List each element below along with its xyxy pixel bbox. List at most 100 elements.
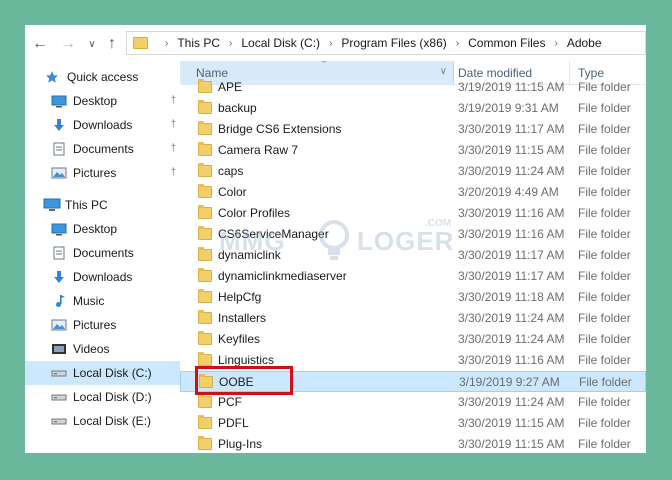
- file-date: 3/30/2019 11:17 AM: [458, 248, 565, 262]
- sidebar-item-label: Documents: [73, 142, 134, 156]
- sidebar-item-downloads[interactable]: Downloads †: [25, 113, 180, 137]
- file-row[interactable]: PCF 3/30/2019 11:24 AM File folder: [180, 392, 646, 413]
- sidebar-item-documents[interactable]: Documents: [25, 241, 180, 265]
- sidebar-item-desktop[interactable]: Desktop †: [25, 89, 180, 113]
- folder-icon: [198, 226, 212, 240]
- sidebar-item-label: Documents: [73, 246, 134, 260]
- breadcrumb-separator-icon[interactable]: ›: [329, 38, 332, 49]
- file-type: File folder: [578, 122, 631, 136]
- file-type: File folder: [578, 290, 631, 304]
- file-row[interactable]: Installers 3/30/2019 11:24 AM File folder: [180, 308, 646, 329]
- sidebar-item-music[interactable]: Music: [25, 289, 180, 313]
- column-dropdown-icon[interactable]: ∨: [440, 66, 447, 77]
- file-name: PDFL: [218, 416, 249, 430]
- sidebar-item-label: Downloads: [73, 118, 133, 132]
- file-row[interactable]: dynamiclink 3/30/2019 11:17 AM File folder: [180, 245, 646, 266]
- file-row[interactable]: Plug-Ins 3/30/2019 11:15 AM File folder: [180, 434, 646, 453]
- breadcrumb-item[interactable]: This PC: [177, 36, 220, 50]
- folder-icon: [198, 163, 212, 177]
- sidebar-item-videos[interactable]: Videos: [25, 337, 180, 361]
- file-type: File folder: [578, 227, 631, 241]
- file-type: File folder: [578, 101, 631, 115]
- file-row[interactable]: CS6ServiceManager 3/30/2019 11:16 AM File …: [180, 224, 646, 245]
- folder-icon: [198, 142, 212, 156]
- address-path[interactable]: › This PC › Local Disk (C:) › Program Files (…: [126, 31, 646, 55]
- file-name: Bridge CS6 Extensions: [218, 122, 342, 136]
- drive-icon: [51, 366, 67, 380]
- pin-icon[interactable]: †: [170, 119, 176, 130]
- sidebar-item-quick-access[interactable]: Quick access: [25, 65, 180, 89]
- sidebar-item-downloads[interactable]: Downloads: [25, 265, 180, 289]
- file-name: caps: [218, 164, 244, 178]
- folder-icon: [198, 184, 212, 198]
- folder-icon: [198, 247, 212, 261]
- pictures-icon: [51, 318, 67, 332]
- pin-icon[interactable]: †: [170, 143, 176, 154]
- breadcrumb-item[interactable]: Adobe: [567, 36, 602, 50]
- sidebar-item-local-disk-c[interactable]: Local Disk (C:): [25, 361, 180, 385]
- file-explorer-window: ← → ∨ ↑ › This PC › Local Disk (C:) › Program…: [25, 25, 646, 453]
- file-name: APE: [218, 80, 243, 94]
- desktop-icon: [51, 94, 67, 108]
- video-icon: [51, 342, 67, 356]
- back-arrow-icon[interactable]: ←: [31, 35, 49, 53]
- breadcrumb-item[interactable]: Local Disk (C:): [241, 36, 320, 50]
- sidebar-item-label: Local Disk (D:): [73, 390, 152, 404]
- sidebar-item-label: Desktop: [73, 222, 118, 236]
- file-type: File folder: [578, 353, 631, 367]
- file-row[interactable]: PDFL 3/30/2019 11:15 AM File folder: [180, 413, 646, 434]
- sidebar-item-pictures[interactable]: Pictures: [25, 313, 180, 337]
- sidebar-item-local-disk-e[interactable]: Local Disk (E:): [25, 409, 180, 433]
- file-row[interactable]: Keyfiles 3/30/2019 11:24 AM File folder: [180, 329, 646, 350]
- file-type: File folder: [578, 80, 631, 94]
- sidebar-item-label: Quick access: [67, 70, 139, 84]
- sidebar-item-local-disk-d[interactable]: Local Disk (D:): [25, 385, 180, 409]
- file-type: File folder: [578, 143, 631, 157]
- file-row[interactable]: Color Profiles 3/30/2019 11:16 AM File fol…: [180, 203, 646, 224]
- breadcrumb-separator-icon[interactable]: ›: [456, 38, 459, 49]
- file-date: 3/30/2019 11:24 AM: [458, 332, 565, 346]
- file-name: Linguistics: [218, 353, 275, 367]
- folder-icon: [198, 268, 212, 282]
- breadcrumb-separator-icon[interactable]: ›: [554, 38, 557, 49]
- file-date: 3/30/2019 11:15 AM: [458, 416, 565, 430]
- file-row[interactable]: APE 3/19/2019 11:15 AM File folder: [180, 77, 646, 98]
- breadcrumb-item[interactable]: Common Files: [468, 36, 545, 50]
- file-name: dynamiclinkmediaserver: [218, 269, 347, 283]
- file-row[interactable]: dynamiclinkmediaserver 3/30/2019 11:17 AM…: [180, 266, 646, 287]
- file-date: 3/30/2019 11:16 AM: [458, 206, 565, 220]
- folder-icon: [198, 310, 212, 324]
- breadcrumb-separator-icon[interactable]: ›: [229, 38, 232, 49]
- sidebar-item-desktop[interactable]: Desktop: [25, 217, 180, 241]
- file-name: CS6ServiceManager: [218, 227, 329, 241]
- file-row[interactable]: backup 3/19/2019 9:31 AM File folder: [180, 98, 646, 119]
- forward-arrow-icon[interactable]: →: [59, 35, 77, 53]
- file-row[interactable]: Camera Raw 7 3/30/2019 11:15 AM File folde…: [180, 140, 646, 161]
- recent-locations-chevron-icon[interactable]: ∨: [83, 35, 101, 53]
- file-row[interactable]: Bridge CS6 Extensions 3/30/2019 11:17 AM F…: [180, 119, 646, 140]
- sidebar-item-pictures[interactable]: Pictures †: [25, 161, 180, 185]
- breadcrumb-item[interactable]: Program Files (x86): [341, 36, 446, 50]
- breadcrumb-separator-icon[interactable]: ›: [165, 38, 168, 49]
- file-date: 3/30/2019 11:17 AM: [458, 269, 565, 283]
- pin-icon[interactable]: †: [170, 167, 176, 178]
- file-date: 3/30/2019 11:18 AM: [458, 290, 565, 304]
- up-arrow-icon[interactable]: ↑: [103, 35, 121, 53]
- file-name: Keyfiles: [218, 332, 261, 346]
- file-row[interactable]: caps 3/30/2019 11:24 AM File folder: [180, 161, 646, 182]
- navigation-pane: Quick access Desktop † Downloads † Documents †…: [25, 61, 180, 453]
- file-row[interactable]: Color 3/20/2019 4:49 AM File folder: [180, 182, 646, 203]
- pictures-icon: [51, 166, 67, 180]
- sidebar-item-this-pc[interactable]: This PC: [25, 193, 180, 217]
- pin-icon[interactable]: †: [170, 95, 176, 106]
- drive-icon: [51, 414, 67, 428]
- file-date: 3/30/2019 11:16 AM: [458, 353, 565, 367]
- file-name: backup: [218, 101, 257, 115]
- folder-icon: [198, 121, 212, 135]
- sidebar-item-documents[interactable]: Documents †: [25, 137, 180, 161]
- document-icon: [51, 142, 67, 156]
- document-icon: [51, 246, 67, 260]
- file-row[interactable]: HelpCfg 3/30/2019 11:18 AM File folder: [180, 287, 646, 308]
- file-type: File folder: [578, 185, 631, 199]
- file-type: File folder: [578, 269, 631, 283]
